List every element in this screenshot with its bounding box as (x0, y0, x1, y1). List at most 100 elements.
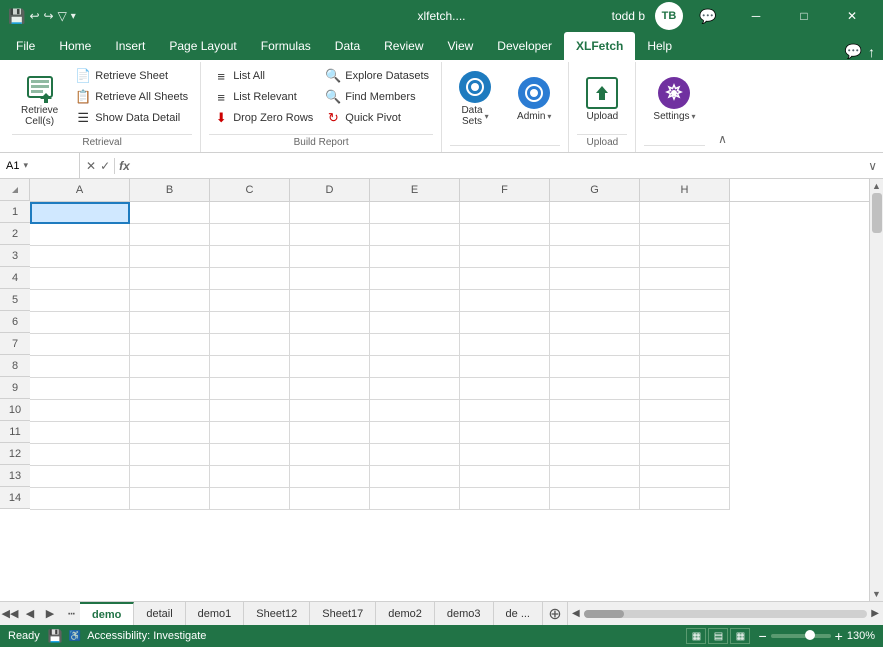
formula-cancel-icon[interactable]: ✕ (86, 159, 96, 173)
cell-h2[interactable] (640, 224, 730, 246)
tab-xlfetch[interactable]: XLFetch (564, 32, 635, 60)
page-layout-view-button[interactable]: ▤ (708, 628, 728, 644)
cell-f8[interactable] (460, 356, 550, 378)
drop-zero-rows-button[interactable]: ⬇ Drop Zero Rows (209, 108, 317, 128)
retrieve-all-sheets-button[interactable]: 📋 Retrieve All Sheets (71, 87, 192, 107)
cell-b11[interactable] (130, 422, 210, 444)
cell-e6[interactable] (370, 312, 460, 334)
sheet-tab-de-more[interactable]: de ... (494, 602, 543, 626)
sheet-tab-demo[interactable]: demo (80, 602, 134, 626)
ribbon-toggle-button[interactable]: 💬 (685, 0, 731, 32)
zoom-in-button[interactable]: + (835, 628, 843, 644)
maximize-button[interactable]: □ (781, 0, 827, 32)
close-button[interactable]: ✕ (829, 0, 875, 32)
h-scroll-thumb[interactable] (584, 610, 624, 618)
cell-h1[interactable] (640, 202, 730, 224)
tab-file[interactable]: File (4, 32, 47, 60)
cell-g1[interactable] (550, 202, 640, 224)
cell-d1[interactable] (290, 202, 370, 224)
col-header-d[interactable]: D (290, 179, 370, 201)
row-header-13[interactable]: 13 (0, 465, 30, 487)
redo-icon[interactable]: ↪ (44, 9, 54, 23)
cell-g6[interactable] (550, 312, 640, 334)
cell-a1[interactable] (30, 202, 130, 224)
list-all-button[interactable]: ≡ List All (209, 66, 317, 86)
sheet-tab-sheet17[interactable]: Sheet17 (310, 602, 376, 626)
undo-icon[interactable]: ↩ (29, 9, 39, 23)
cell-e11[interactable] (370, 422, 460, 444)
cell-b6[interactable] (130, 312, 210, 334)
cell-d12[interactable] (290, 444, 370, 466)
sheet-prev-button[interactable]: ◀ (20, 602, 40, 626)
formula-input[interactable] (136, 160, 862, 172)
scroll-thumb[interactable] (872, 193, 882, 233)
row-header-7[interactable]: 7 (0, 333, 30, 355)
cell-g5[interactable] (550, 290, 640, 312)
cell-g7[interactable] (550, 334, 640, 356)
scroll-down-button[interactable]: ▼ (870, 587, 883, 601)
cell-d7[interactable] (290, 334, 370, 356)
cell-b2[interactable] (130, 224, 210, 246)
cell-d14[interactable] (290, 488, 370, 510)
cell-e3[interactable] (370, 246, 460, 268)
cell-a9[interactable] (30, 378, 130, 400)
cell-g11[interactable] (550, 422, 640, 444)
cell-c14[interactable] (210, 488, 290, 510)
qat-more-icon[interactable]: ▾ (71, 11, 76, 22)
cell-d4[interactable] (290, 268, 370, 290)
cell-h3[interactable] (640, 246, 730, 268)
row-header-9[interactable]: 9 (0, 377, 30, 399)
cell-e7[interactable] (370, 334, 460, 356)
cell-e4[interactable] (370, 268, 460, 290)
cell-c5[interactable] (210, 290, 290, 312)
sheet-tab-sheet12[interactable]: Sheet12 (244, 602, 310, 626)
row-header-5[interactable]: 5 (0, 289, 30, 311)
cell-g4[interactable] (550, 268, 640, 290)
page-break-view-button[interactable]: ▦ (730, 628, 750, 644)
cell-d11[interactable] (290, 422, 370, 444)
cell-c4[interactable] (210, 268, 290, 290)
cell-b5[interactable] (130, 290, 210, 312)
find-members-button[interactable]: 🔍 Find Members (321, 87, 433, 107)
formula-fx-icon[interactable]: fx (119, 159, 130, 173)
row-header-14[interactable]: 14 (0, 487, 30, 509)
cell-c10[interactable] (210, 400, 290, 422)
tab-review[interactable]: Review (372, 32, 435, 60)
cell-f6[interactable] (460, 312, 550, 334)
row-header-1[interactable]: 1 (0, 201, 30, 223)
cell-d8[interactable] (290, 356, 370, 378)
cell-h14[interactable] (640, 488, 730, 510)
cell-e12[interactable] (370, 444, 460, 466)
cell-a8[interactable] (30, 356, 130, 378)
scroll-track[interactable] (870, 193, 883, 587)
row-header-11[interactable]: 11 (0, 421, 30, 443)
cell-e14[interactable] (370, 488, 460, 510)
cell-g12[interactable] (550, 444, 640, 466)
tab-view[interactable]: View (436, 32, 486, 60)
cell-f4[interactable] (460, 268, 550, 290)
cell-h9[interactable] (640, 378, 730, 400)
normal-view-button[interactable]: ▦ (686, 628, 706, 644)
zoom-out-button[interactable]: − (758, 628, 766, 644)
cell-h4[interactable] (640, 268, 730, 290)
cell-h12[interactable] (640, 444, 730, 466)
cell-f9[interactable] (460, 378, 550, 400)
tab-data[interactable]: Data (323, 32, 372, 60)
retrieve-cells-button[interactable]: RetrieveCell(s) (12, 66, 67, 132)
cell-a5[interactable] (30, 290, 130, 312)
cell-b1[interactable] (130, 202, 210, 224)
cell-c6[interactable] (210, 312, 290, 334)
cell-f11[interactable] (460, 422, 550, 444)
cell-b12[interactable] (130, 444, 210, 466)
tab-developer[interactable]: Developer (485, 32, 564, 60)
cell-g14[interactable] (550, 488, 640, 510)
cell-b9[interactable] (130, 378, 210, 400)
cell-d5[interactable] (290, 290, 370, 312)
quick-pivot-button[interactable]: ↻ Quick Pivot (321, 108, 433, 128)
cell-g9[interactable] (550, 378, 640, 400)
cell-e9[interactable] (370, 378, 460, 400)
cell-a4[interactable] (30, 268, 130, 290)
sheet-more-button[interactable]: ··· (60, 602, 80, 626)
cell-a10[interactable] (30, 400, 130, 422)
cell-d9[interactable] (290, 378, 370, 400)
